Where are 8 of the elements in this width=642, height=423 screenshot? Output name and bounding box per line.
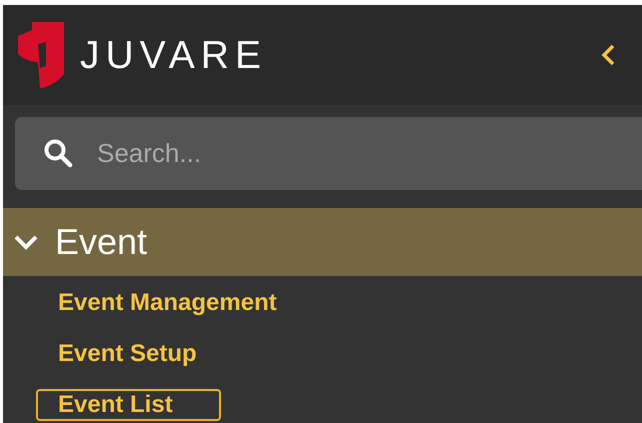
collapse-button[interactable] bbox=[600, 42, 616, 68]
menu-item[interactable]: Event Setup bbox=[36, 338, 245, 371]
menu-item[interactable]: Event List bbox=[36, 388, 221, 422]
logo-icon bbox=[18, 22, 64, 88]
menu-item[interactable]: Event Management bbox=[36, 287, 325, 320]
search-field[interactable]: Search... bbox=[15, 117, 642, 190]
brand-name: JUVARE bbox=[80, 36, 267, 74]
menu-group-header[interactable]: Event bbox=[3, 208, 642, 276]
